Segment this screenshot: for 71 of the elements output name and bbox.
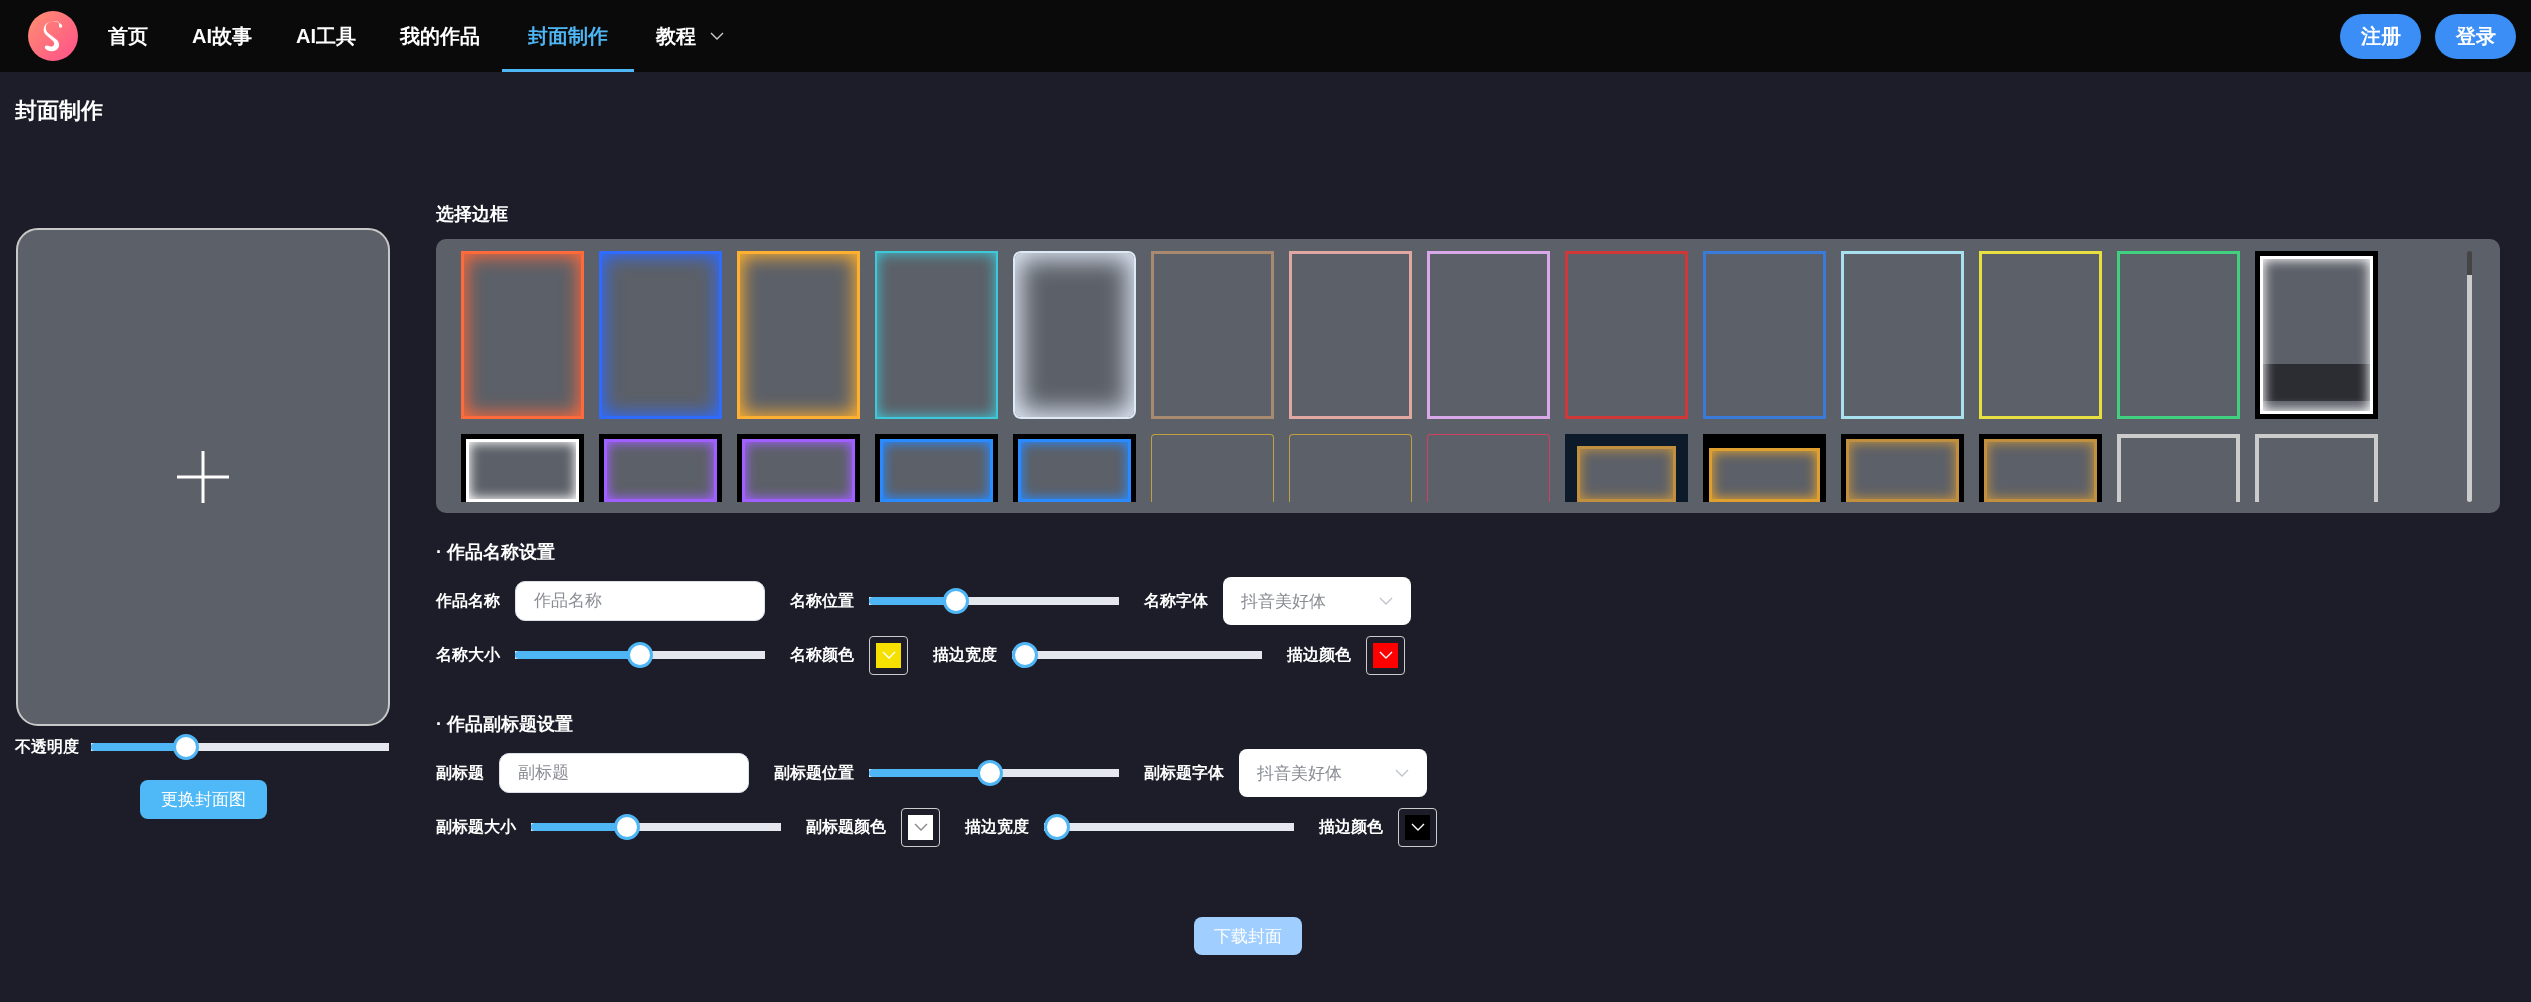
- frame-thumbnail[interactable]: [1151, 251, 1274, 419]
- chevron-icon: [881, 651, 896, 659]
- chevron-icon: [913, 823, 928, 831]
- frames-title: 选择边框: [436, 203, 508, 226]
- frame-thumbnail[interactable]: [599, 251, 722, 419]
- slider-thumb[interactable]: [627, 642, 653, 668]
- frame-thumbnail[interactable]: [1703, 434, 1826, 502]
- nav-tab[interactable]: 首页: [86, 0, 170, 72]
- section-title: · 作品名称设置: [436, 541, 555, 563]
- color-picker[interactable]: [869, 635, 908, 675]
- field-label: 描边颜色: [1287, 644, 1351, 665]
- frame-thumbnail[interactable]: [1841, 434, 1964, 502]
- nav-tab[interactable]: 教程: [634, 0, 746, 72]
- frame-thumbnail[interactable]: [1289, 434, 1412, 502]
- opacity-label: 不透明度: [15, 736, 79, 757]
- nav-tab[interactable]: 我的作品: [378, 0, 502, 72]
- color-picker[interactable]: [901, 807, 940, 847]
- nav-tab[interactable]: AI工具: [274, 0, 378, 72]
- slider-thumb[interactable]: [1044, 814, 1070, 840]
- logo-icon[interactable]: [28, 11, 78, 61]
- frame-thumbnail[interactable]: [461, 434, 584, 502]
- field-label: 副标题字体: [1144, 762, 1224, 783]
- text-field[interactable]: 作品名称: [515, 581, 765, 621]
- frame-thumbnail[interactable]: [1565, 434, 1688, 502]
- frame-thumbnail[interactable]: [1289, 251, 1412, 419]
- field-label: 名称位置: [790, 590, 854, 611]
- field-label: 副标题位置: [774, 762, 854, 783]
- nav-tab[interactable]: 封面制作: [502, 0, 634, 72]
- frame-thumbnail[interactable]: [599, 434, 722, 502]
- frame-thumbnail[interactable]: [2117, 251, 2240, 419]
- plus-icon: [177, 451, 229, 503]
- field-label: 作品名称: [436, 590, 500, 611]
- page-title: 封面制作: [15, 97, 103, 125]
- frame-thumbnail[interactable]: [875, 434, 998, 502]
- frame-thumbnail[interactable]: [2255, 251, 2378, 419]
- frame-thumbnail[interactable]: [1151, 434, 1274, 502]
- field-label: 名称字体: [1144, 590, 1208, 611]
- slider-thumb[interactable]: [613, 814, 640, 840]
- field-label: 名称大小: [436, 644, 500, 665]
- frame-thumbnail[interactable]: [1427, 251, 1550, 419]
- frame-thumbnail[interactable]: [1427, 434, 1550, 502]
- color-picker[interactable]: [1366, 635, 1405, 675]
- frame-thumbnail[interactable]: [461, 251, 584, 419]
- chevron-icon: [1379, 597, 1393, 605]
- slider-thumb[interactable]: [172, 734, 199, 760]
- frame-thumbnail[interactable]: [1565, 251, 1688, 419]
- nav-tab[interactable]: AI故事: [170, 0, 274, 72]
- chevron-icon: [710, 32, 724, 40]
- chevron-icon: [1395, 769, 1409, 777]
- section-title: · 作品副标题设置: [436, 713, 573, 735]
- upload-area[interactable]: [16, 228, 390, 726]
- chevron-icon: [1378, 651, 1393, 659]
- field-label: 描边宽度: [933, 644, 997, 665]
- chevron-icon: [1410, 823, 1425, 831]
- text-field[interactable]: 副标题: [499, 753, 749, 793]
- color-picker[interactable]: [1398, 807, 1437, 847]
- field-label: 副标题大小: [436, 816, 516, 837]
- field-label: 描边颜色: [1319, 816, 1383, 837]
- frame-thumbnail[interactable]: [1979, 434, 2102, 502]
- slider-thumb[interactable]: [942, 588, 969, 614]
- field-label: 描边宽度: [965, 816, 1029, 837]
- frame-thumbnail[interactable]: [875, 251, 998, 419]
- slider-thumb[interactable]: [976, 760, 1003, 786]
- scrollbar[interactable]: [2467, 251, 2472, 502]
- field-label: 名称颜色: [790, 644, 854, 665]
- field-label: 副标题: [436, 762, 484, 783]
- frame-thumbnail[interactable]: [1013, 434, 1136, 502]
- slider-thumb[interactable]: [1012, 642, 1038, 668]
- frame-thumbnail[interactable]: [737, 434, 860, 502]
- field-label: 副标题颜色: [806, 816, 886, 837]
- frame-thumbnail[interactable]: [1703, 251, 1826, 419]
